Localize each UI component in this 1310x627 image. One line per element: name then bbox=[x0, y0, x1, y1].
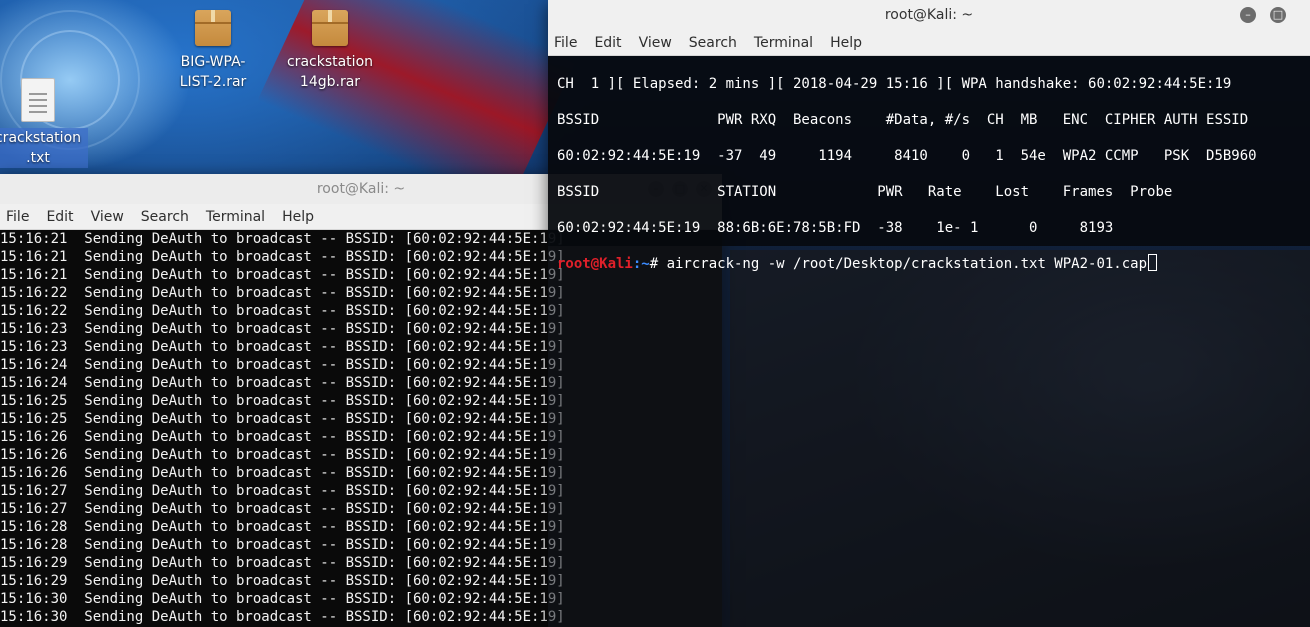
ap-table-row: 60:02:92:44:5E:19 -37 49 1194 8410 0 1 5… bbox=[557, 148, 1257, 164]
menu-help[interactable]: Help bbox=[282, 209, 314, 225]
menu-help[interactable]: Help bbox=[830, 35, 862, 51]
archive-icon bbox=[312, 10, 348, 46]
desktop-icon-label: BIG-WPA- bbox=[180, 54, 246, 70]
text-file-icon bbox=[21, 78, 55, 122]
desktop-icon-big-wpa-list[interactable]: BIG-WPA- LIST-2.rar bbox=[163, 10, 263, 92]
desktop-icon-label: crackstation bbox=[0, 128, 88, 148]
terminal-output[interactable]: CH 1 ][ Elapsed: 2 mins ][ 2018-04-29 15… bbox=[548, 56, 1310, 282]
text-cursor bbox=[1148, 254, 1158, 271]
desktop-icon-label: crackstation bbox=[286, 54, 374, 70]
desktop-icon-crackstation-rar[interactable]: crackstation 14gb.rar bbox=[280, 10, 380, 92]
archive-icon bbox=[195, 10, 231, 46]
terminal-window-aircrack[interactable]: root@Kali: ~ – □ File Edit View Search T… bbox=[548, 0, 1310, 627]
desktop-icon-label: LIST-2.rar bbox=[179, 74, 247, 90]
menu-edit[interactable]: Edit bbox=[46, 209, 73, 225]
window-title: root@Kali: ~ bbox=[884, 7, 974, 23]
window-title: root@Kali: ~ bbox=[316, 181, 406, 197]
menu-file[interactable]: File bbox=[6, 209, 29, 225]
prompt-path: :~ bbox=[632, 256, 650, 272]
station-table-row: 60:02:92:44:5E:19 88:6B:6E:78:5B:FD -38 … bbox=[557, 220, 1114, 236]
menu-view[interactable]: View bbox=[639, 35, 672, 51]
menu-search[interactable]: Search bbox=[141, 209, 189, 225]
command-text: aircrack-ng -w /root/Desktop/crackstatio… bbox=[666, 256, 1148, 272]
minimize-icon[interactable]: – bbox=[1240, 7, 1256, 23]
menu-file[interactable]: File bbox=[554, 35, 577, 51]
menu-view[interactable]: View bbox=[91, 209, 124, 225]
prompt-user: root@Kali bbox=[557, 256, 633, 272]
menu-edit[interactable]: Edit bbox=[594, 35, 621, 51]
menu-search[interactable]: Search bbox=[689, 35, 737, 51]
desktop-icon-crackstation-txt[interactable]: crackstation .txt bbox=[0, 78, 88, 168]
menubar: File Edit View Search Terminal Help bbox=[548, 30, 1310, 56]
window-titlebar[interactable]: root@Kali: ~ – □ bbox=[548, 0, 1310, 30]
command-line[interactable]: root@Kali:~# aircrack-ng -w /root/Deskto… bbox=[557, 246, 1310, 282]
prompt-symbol: # bbox=[649, 256, 667, 272]
menu-terminal[interactable]: Terminal bbox=[754, 35, 813, 51]
airodump-status-line: CH 1 ][ Elapsed: 2 mins ][ 2018-04-29 15… bbox=[557, 76, 1232, 92]
desktop-icon-label: .txt bbox=[0, 148, 88, 168]
station-table-header: BSSID STATION PWR Rate Lost Frames Probe bbox=[557, 184, 1173, 200]
ap-table-header: BSSID PWR RXQ Beacons #Data, #/s CH MB E… bbox=[557, 112, 1249, 128]
desktop-icon-label: 14gb.rar bbox=[299, 74, 361, 90]
menu-terminal[interactable]: Terminal bbox=[206, 209, 265, 225]
maximize-icon[interactable]: □ bbox=[1270, 7, 1286, 23]
